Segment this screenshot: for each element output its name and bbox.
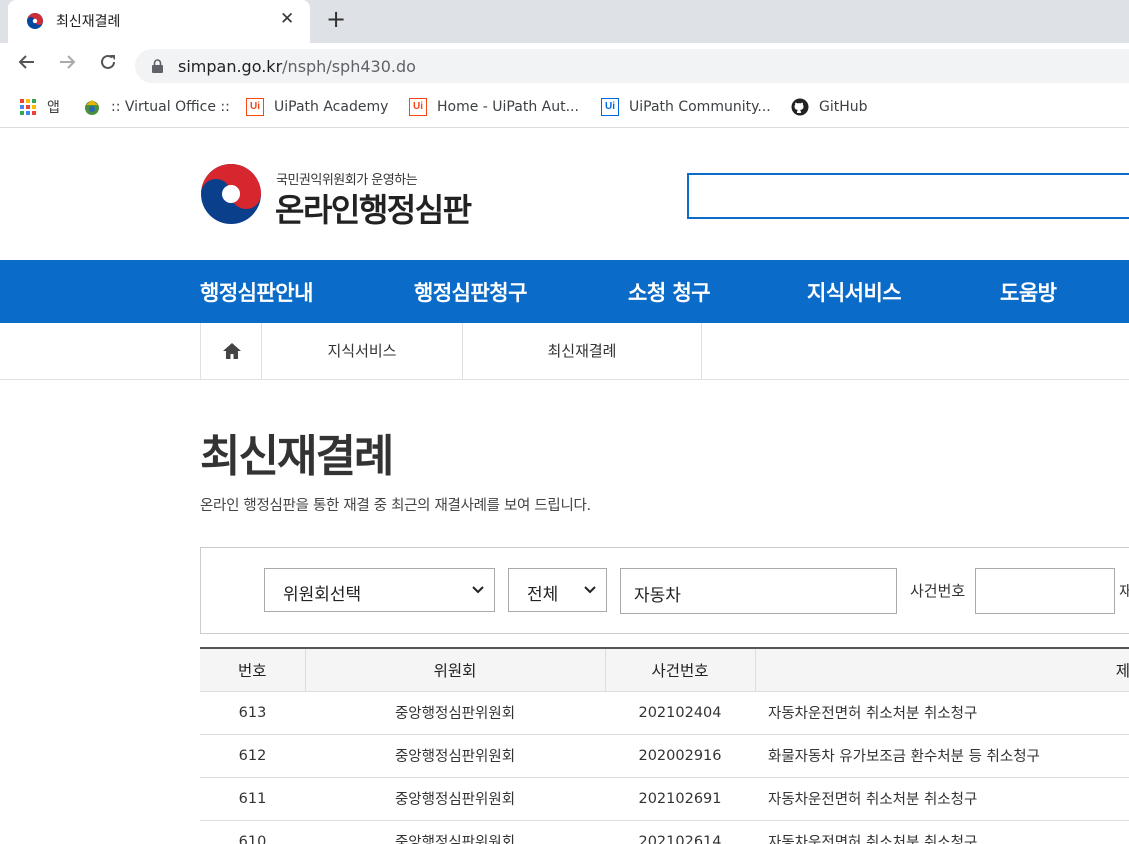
column-header-number: 번호 bbox=[200, 648, 306, 692]
cell-number: 613 bbox=[200, 691, 305, 735]
case-number-label: 사건번호 bbox=[910, 582, 966, 600]
scope-select[interactable]: 전체 bbox=[508, 568, 607, 612]
forward-icon[interactable] bbox=[55, 53, 79, 77]
tab-title: 최신재결례 bbox=[56, 14, 121, 30]
breadcrumb: 지식서비스 최신재결례 bbox=[0, 323, 1129, 380]
cell-committee: 중앙행정심판위원회 bbox=[305, 820, 605, 844]
nav-item-claim[interactable]: 행정심판청구 bbox=[414, 277, 527, 307]
truncated-label: 재 bbox=[1119, 582, 1129, 600]
site-search-input[interactable] bbox=[687, 173, 1129, 219]
bookmark-virtual-office[interactable]: :: Virtual Office :: bbox=[83, 97, 230, 117]
cell-number: 611 bbox=[200, 777, 305, 821]
apps-grid-icon bbox=[20, 99, 36, 115]
table-row[interactable]: 612 중앙행정심판위원회 202002916 화물자동차 유가보조금 환수처분… bbox=[200, 734, 1129, 778]
page-description: 온라인 행정심판을 통한 재결 중 최근의 재결사례를 보여 드립니다. bbox=[200, 498, 591, 514]
cell-case-number: 202102404 bbox=[605, 691, 755, 735]
home-button[interactable] bbox=[200, 323, 262, 379]
cell-committee: 중앙행정심판위원회 bbox=[305, 691, 605, 735]
site-logo[interactable]: 국민권익위원회가 운영하는 온라인행정심판 bbox=[200, 163, 500, 229]
column-header-committee: 위원회 bbox=[305, 648, 606, 692]
chevron-down-icon bbox=[584, 586, 596, 594]
reload-icon[interactable] bbox=[96, 53, 120, 77]
nav-item-appeal[interactable]: 소청 청구 bbox=[628, 277, 711, 307]
bookmark-label: UiPath Community... bbox=[629, 99, 771, 115]
bookmark-uipath-community[interactable]: Ui UiPath Community... bbox=[601, 97, 771, 117]
table-header-row: 번호 위원회 사건번호 제 bbox=[200, 648, 1129, 692]
committee-select-value: 위원회선택 bbox=[283, 585, 362, 605]
new-tab-icon[interactable]: + bbox=[326, 5, 346, 33]
bookmark-apps[interactable]: 앱 bbox=[19, 97, 60, 117]
bookmark-label: UiPath Academy bbox=[274, 99, 389, 115]
bookmarks-bar: 앱 :: Virtual Office :: Ui UiPath Academy… bbox=[0, 88, 1129, 128]
home-icon bbox=[223, 343, 241, 359]
cell-number: 612 bbox=[200, 734, 305, 778]
bookmark-github[interactable]: GitHub bbox=[791, 97, 868, 117]
browser-tab[interactable]: 최신재결례 ✕ bbox=[8, 0, 310, 43]
cell-title-link[interactable]: 자동차운전면허 취소처분 취소청구 bbox=[755, 691, 1129, 735]
breadcrumb-level1[interactable]: 지식서비스 bbox=[262, 323, 463, 379]
browser-tabstrip: 최신재결례 ✕ + bbox=[0, 0, 1129, 43]
scope-select-value: 전체 bbox=[527, 585, 559, 605]
column-header-case-number: 사건번호 bbox=[605, 648, 756, 692]
logo-title: 온라인행정심판 bbox=[275, 191, 472, 229]
taegeuk-favicon-icon bbox=[27, 13, 43, 29]
column-header-title: 제 bbox=[755, 648, 1129, 692]
cell-case-number: 202102614 bbox=[605, 820, 755, 844]
address-bar[interactable]: simpan.go.kr/nsph/sph430.do bbox=[135, 49, 1129, 83]
lock-icon bbox=[152, 59, 163, 73]
page-title: 최신재결례 bbox=[200, 431, 394, 482]
table-row[interactable]: 611 중앙행정심판위원회 202102691 자동차운전면허 취소처분 취소청… bbox=[200, 777, 1129, 821]
close-tab-icon[interactable]: ✕ bbox=[280, 9, 294, 29]
cell-title-link[interactable]: 화물자동차 유가보조금 환수처분 등 취소청구 bbox=[755, 734, 1129, 778]
browser-toolbar: simpan.go.kr/nsph/sph430.do bbox=[0, 43, 1129, 88]
results-table: 번호 위원회 사건번호 제 613 중앙행정심판위원회 202102404 자동… bbox=[200, 647, 1129, 844]
cell-title-link[interactable]: 자동차운전면허 취소처분 취소청구 bbox=[755, 820, 1129, 844]
case-number-input[interactable] bbox=[975, 568, 1115, 614]
github-icon bbox=[791, 98, 809, 116]
cell-committee: 중앙행정심판위원회 bbox=[305, 734, 605, 778]
nav-item-guide[interactable]: 행정심판안내 bbox=[200, 277, 313, 307]
cell-number: 610 bbox=[200, 820, 305, 844]
taegeuk-emblem-icon bbox=[201, 164, 261, 224]
chevron-down-icon bbox=[472, 586, 484, 594]
nav-item-help[interactable]: 도움방 bbox=[1000, 277, 1057, 307]
bookmark-uipath-home[interactable]: Ui Home - UiPath Aut... bbox=[409, 97, 579, 117]
bookmark-uipath-academy[interactable]: Ui UiPath Academy bbox=[246, 97, 388, 117]
virtual-office-icon bbox=[85, 100, 99, 115]
cell-case-number: 202002916 bbox=[605, 734, 755, 778]
uipath-blue-icon: Ui bbox=[601, 98, 619, 116]
breadcrumb-level2[interactable]: 최신재결례 bbox=[463, 323, 702, 379]
cell-title-link[interactable]: 자동차운전면허 취소처분 취소청구 bbox=[755, 777, 1129, 821]
url-text: simpan.go.kr/nsph/sph430.do bbox=[178, 57, 416, 76]
global-nav: 행정심판안내 행정심판청구 소청 청구 지식서비스 도움방 bbox=[0, 260, 1129, 323]
uipath-icon: Ui bbox=[246, 98, 264, 116]
table-row[interactable]: 610 중앙행정심판위원회 202102614 자동차운전면허 취소처분 취소청… bbox=[200, 820, 1129, 844]
keyword-input[interactable]: 자동차 bbox=[620, 568, 897, 614]
cell-case-number: 202102691 bbox=[605, 777, 755, 821]
bookmark-label: GitHub bbox=[819, 99, 868, 115]
table-row[interactable]: 613 중앙행정심판위원회 202102404 자동차운전면허 취소처분 취소청… bbox=[200, 691, 1129, 735]
cell-committee: 중앙행정심판위원회 bbox=[305, 777, 605, 821]
site-header: 국민권익위원회가 운영하는 온라인행정심판 bbox=[0, 129, 1129, 260]
bookmark-label: 앱 bbox=[47, 100, 60, 116]
committee-select[interactable]: 위원회선택 bbox=[264, 568, 495, 612]
bookmark-label: :: Virtual Office :: bbox=[111, 99, 230, 115]
nav-item-knowledge[interactable]: 지식서비스 bbox=[807, 277, 902, 307]
uipath-icon: Ui bbox=[409, 98, 427, 116]
back-icon[interactable] bbox=[15, 53, 39, 77]
search-form: 위원회선택 전체 자동차 사건번호 재 bbox=[200, 547, 1129, 634]
bookmark-label: Home - UiPath Aut... bbox=[437, 99, 579, 115]
